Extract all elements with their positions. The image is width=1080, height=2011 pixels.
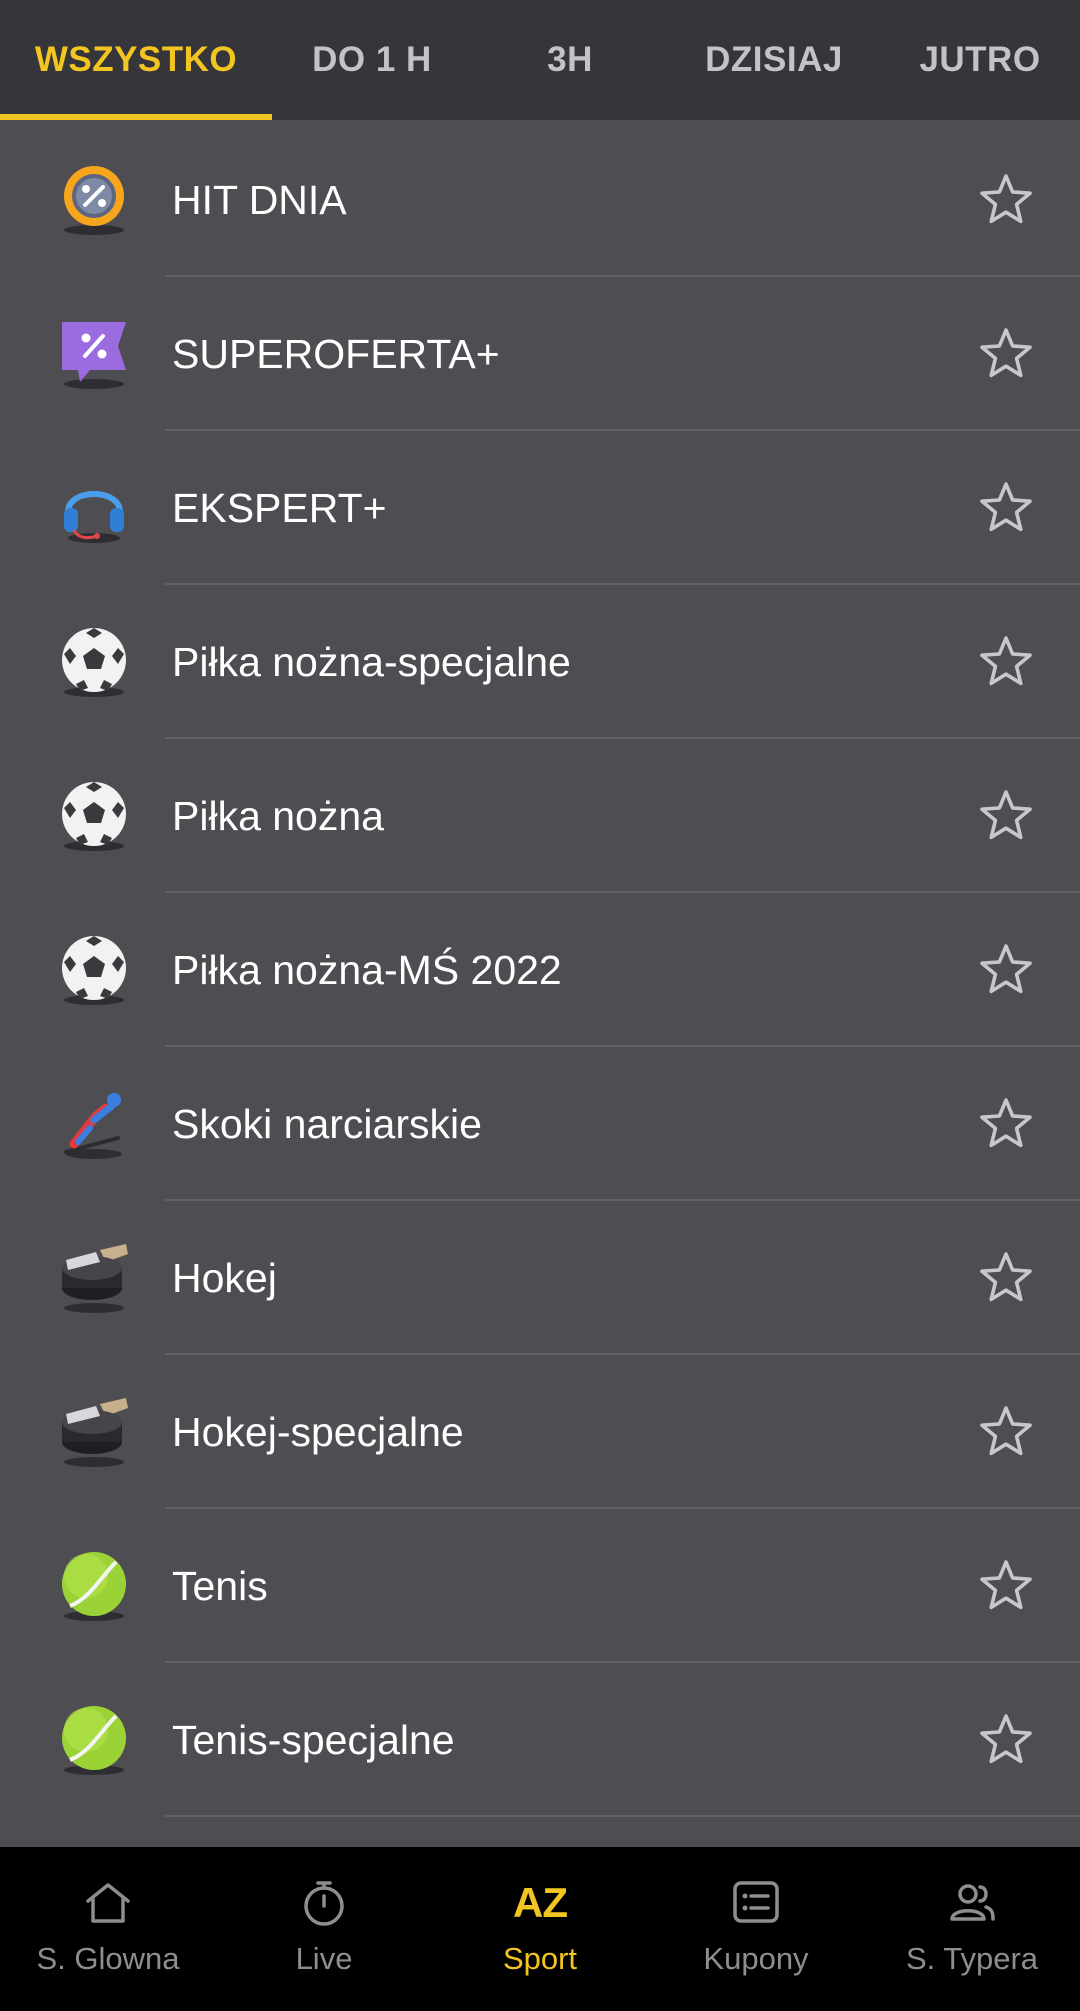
nav-label: S. Glowna [36,1941,180,1976]
hockey-puck-icon [56,1394,132,1470]
favorite-star-icon[interactable] [976,478,1036,538]
soccer-ball-icon [56,932,132,1008]
sport-name: EKSPERT+ [172,484,387,531]
favorite-star-icon[interactable] [976,1710,1036,1770]
favorite-star-icon[interactable] [976,1556,1036,1616]
nav-home[interactable]: S. Glowna [0,1847,216,2011]
sport-name: Piłka nożna-MŚ 2022 [172,946,562,993]
sport-row-hockey-special[interactable]: Hokej-specjalne [0,1355,1080,1509]
sport-row-ski-jumping[interactable]: Skoki narciarskie [0,1047,1080,1201]
sport-row-superoferta[interactable]: SUPEROFERTA+ [0,277,1080,431]
favorite-star-icon[interactable] [976,940,1036,1000]
tab-label: JUTRO [919,40,1041,79]
nav-label: S. Typera [905,1941,1039,1976]
sport-name: Hokej-specjalne [172,1408,464,1455]
tennis-ball-icon [56,1702,132,1778]
favorite-star-icon[interactable] [976,1094,1036,1154]
active-tab-indicator [0,114,272,120]
favorite-star-icon[interactable] [976,324,1036,384]
nav-label: Sport [502,1941,578,1976]
headset-icon [56,470,132,546]
tab-within-3h[interactable]: 3H [472,0,668,120]
sport-name: Hokej [172,1254,277,1301]
time-filter-tabs: WSZYSTKO DO 1 H 3H DZISIAJ JUTRO [0,0,1080,120]
sport-name: HIT DNIA [172,176,347,223]
sport-row-tennis-special[interactable]: Tenis-specjalne [0,1663,1080,1817]
ski-jumper-icon [56,1086,132,1162]
favorite-star-icon[interactable] [976,170,1036,230]
sport-row-hit-dnia[interactable]: HIT DNIA [0,123,1080,277]
bottom-navigation: S. Glowna Live AZ Sport Kupony S. Typera [0,1847,1080,2011]
percent-tag-icon [56,316,132,392]
percent-badge-icon [56,162,132,238]
sport-name: Piłka nożna-specjalne [172,638,571,685]
sport-row-soccer-world-cup[interactable]: Piłka nożna-MŚ 2022 [0,893,1080,1047]
soccer-ball-icon [56,778,132,854]
favorite-star-icon[interactable] [976,786,1036,846]
favorite-star-icon[interactable] [976,1248,1036,1308]
tab-within-1h[interactable]: DO 1 H [272,0,472,120]
tab-label: DO 1 H [312,40,432,79]
nav-typers[interactable]: S. Typera [864,1847,1080,2011]
sport-list: HIT DNIA SUPEROFERTA+ EKSPERT+ Piłka noż… [0,123,1080,1847]
sport-row-hockey[interactable]: Hokej [0,1201,1080,1355]
nav-live[interactable]: Live [216,1847,432,2011]
coupon-list-icon [728,1875,784,1931]
users-icon [944,1875,1000,1931]
hockey-puck-icon [56,1240,132,1316]
sport-row-ekspert[interactable]: EKSPERT+ [0,431,1080,585]
sport-row-soccer-special[interactable]: Piłka nożna-specjalne [0,585,1080,739]
sport-row-soccer[interactable]: Piłka nożna [0,739,1080,893]
nav-coupons[interactable]: Kupony [648,1847,864,2011]
nav-sport[interactable]: AZ Sport [432,1847,648,2011]
tab-label: DZISIAJ [705,40,843,79]
sport-row-tennis[interactable]: Tenis [0,1509,1080,1663]
sport-name: Skoki narciarskie [172,1100,482,1147]
tab-label: WSZYSTKO [34,40,238,79]
sport-name: Tenis-specjalne [172,1716,455,1763]
favorite-star-icon[interactable] [976,1402,1036,1462]
tab-tomorrow[interactable]: JUTRO [880,0,1080,120]
sport-name: Piłka nożna [172,792,384,839]
favorite-star-icon[interactable] [976,632,1036,692]
tab-label: 3H [547,40,593,79]
tennis-ball-icon [56,1548,132,1624]
stopwatch-icon [296,1875,352,1931]
tab-today[interactable]: DZISIAJ [668,0,880,120]
sport-name: SUPEROFERTA+ [172,330,500,377]
sport-name: Tenis [172,1562,268,1609]
tab-all[interactable]: WSZYSTKO [0,0,272,120]
soccer-ball-icon [56,624,132,700]
app-root: WSZYSTKO DO 1 H 3H DZISIAJ JUTRO HIT DNI… [0,0,1080,2011]
az-icon-text: AZ [513,1879,568,1926]
nav-label: Live [295,1941,353,1976]
az-sports-icon: AZ [512,1875,568,1931]
home-icon [80,1875,136,1931]
nav-label: Kupony [703,1941,809,1976]
